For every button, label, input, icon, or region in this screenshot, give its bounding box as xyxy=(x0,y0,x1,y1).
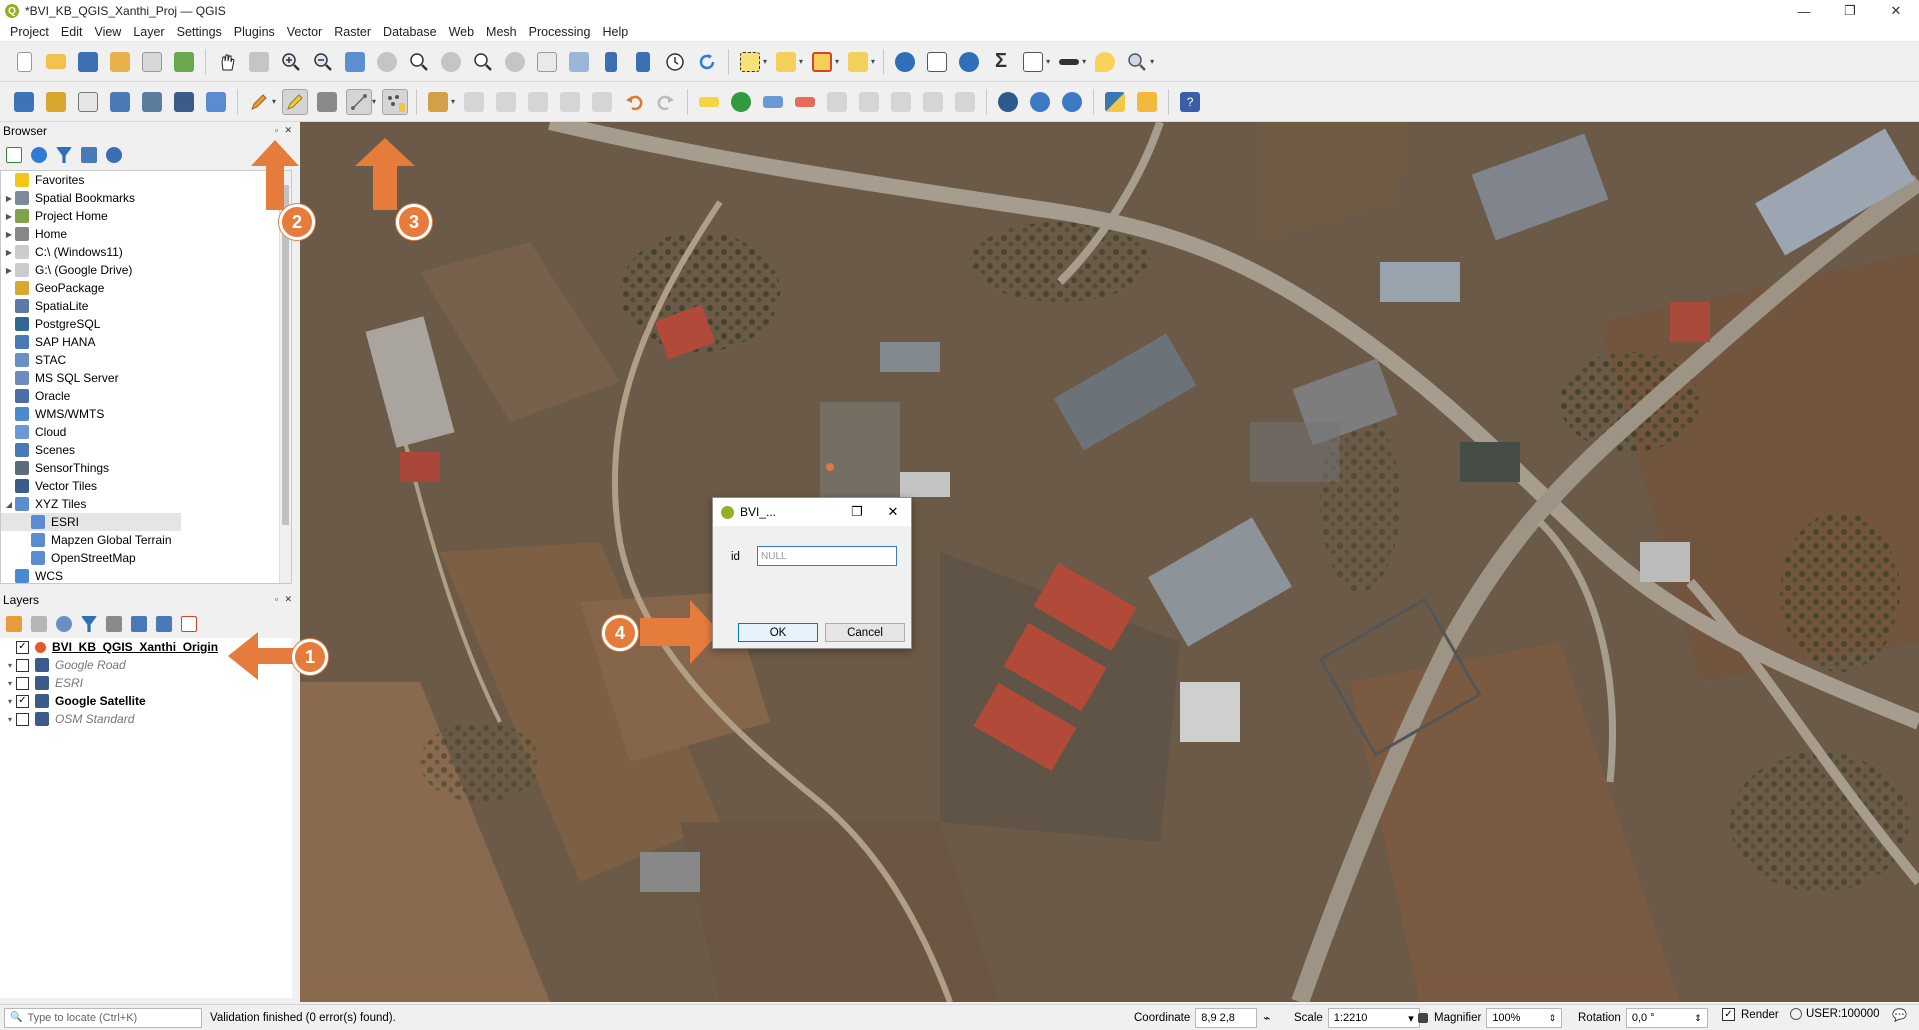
feature-attributes-dialog: BVI_... ❐ ✕ id OK Cancel xyxy=(712,497,912,649)
annotation-badge-1: 1 xyxy=(292,639,328,675)
annotation-badge-2: 2 xyxy=(279,204,315,240)
id-field-input[interactable] xyxy=(757,546,897,566)
crs-status[interactable]: USER:100000 xyxy=(1806,1008,1880,1020)
locator-placeholder: Type to locate (Ctrl+K) xyxy=(27,1011,138,1024)
coordinate-field[interactable]: 8,9 2,8 xyxy=(1195,1008,1258,1028)
scale-label: Scale xyxy=(1294,1012,1323,1024)
locator-search-field[interactable]: 🔍 Type to locate (Ctrl+K) xyxy=(4,1007,202,1028)
coordinate-value: 8,9 2,8 xyxy=(1201,1012,1235,1024)
coordinate-label: Coordinate xyxy=(1134,1012,1191,1024)
annotation-arrow-3 xyxy=(355,138,415,210)
annotation-badge-3: 3 xyxy=(396,204,432,240)
messages-icon[interactable]: 💬 xyxy=(1892,1008,1907,1022)
annotation-overlay xyxy=(228,138,720,680)
status-message: Validation finished (0 error(s) found). xyxy=(210,1011,396,1024)
annotation-arrow-2 xyxy=(251,140,299,210)
rotation-spinbox[interactable]: 0,0 ° ⇕ xyxy=(1625,1008,1708,1028)
scale-value: 1:2210 xyxy=(1333,1012,1368,1024)
dialog-maximize-button[interactable]: ❐ xyxy=(839,498,875,526)
status-bar: 🔍 Type to locate (Ctrl+K) Validation fin… xyxy=(0,1004,1919,1030)
extents-toggle-icon[interactable]: ⌁ xyxy=(1263,1011,1270,1025)
qgis-logo-icon xyxy=(721,505,734,519)
magnifier-label: Magnifier xyxy=(1434,1012,1482,1024)
render-checkbox[interactable]: ✓ xyxy=(1722,1008,1735,1021)
magnifier-value: 100% xyxy=(1492,1012,1521,1024)
dropdown-arrow-icon[interactable]: ▾ xyxy=(1408,1012,1414,1025)
render-label: Render xyxy=(1741,1008,1779,1021)
crs-globe-icon[interactable] xyxy=(1790,1008,1802,1020)
lock-scale-icon[interactable] xyxy=(1418,1013,1428,1023)
spin-arrows-icon[interactable]: ⇕ xyxy=(1549,1013,1557,1024)
annotation-badge-4: 4 xyxy=(602,615,638,651)
search-icon: 🔍 xyxy=(10,1012,23,1023)
cancel-button[interactable]: Cancel xyxy=(825,623,905,642)
dialog-title-bar: BVI_... ❐ ✕ xyxy=(713,498,911,526)
dialog-close-button[interactable]: ✕ xyxy=(875,498,911,526)
ok-button[interactable]: OK xyxy=(738,623,818,642)
rotation-label: Rotation xyxy=(1578,1012,1621,1024)
magnifier-spinbox[interactable]: 100% ⇕ xyxy=(1486,1008,1563,1028)
spin-arrows-icon[interactable]: ⇕ xyxy=(1694,1013,1702,1024)
annotation-arrow-4 xyxy=(640,600,720,664)
annotation-arrow-1 xyxy=(228,632,300,680)
dialog-title: BVI_... xyxy=(740,505,777,519)
id-field-label: id xyxy=(731,551,740,563)
scale-combobox[interactable]: 1:2210 ▾ xyxy=(1327,1008,1420,1028)
rotation-value: 0,0 ° xyxy=(1631,1012,1655,1024)
